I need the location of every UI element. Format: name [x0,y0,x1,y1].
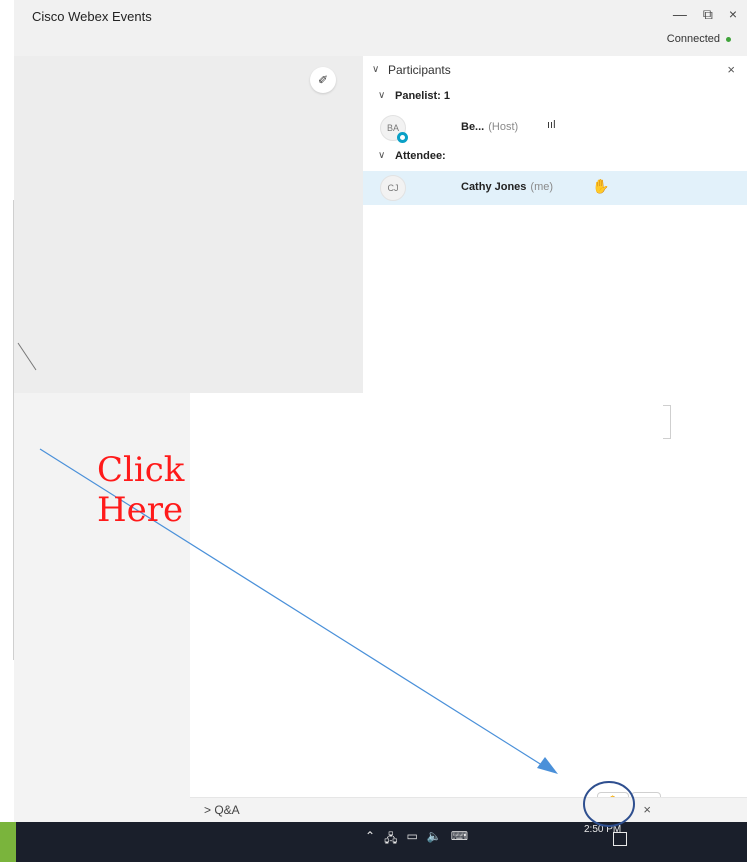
close-button[interactable]: × [729,6,737,23]
scrollbar[interactable] [663,405,671,439]
chevron-down-icon[interactable]: ∨ [378,90,385,101]
left-edge-bottom [0,660,14,822]
notification-icon[interactable] [613,832,627,846]
raised-hand-icon: ✋ [592,178,610,194]
chevron-down-icon[interactable]: ∨ [378,150,385,161]
tray-chevron-icon[interactable]: ⌃ [365,829,375,850]
system-tray: ⌃ 🖧 ▭ 🔈 ⌨ [365,829,468,850]
click-here-annotation: Click Here [97,450,185,530]
left-edge [0,200,14,660]
content-stage: ✐ [14,56,363,393]
host-badge-icon [397,132,408,143]
participants-title: Participants [388,63,451,77]
participants-header[interactable]: ∨ Participants × [363,56,747,86]
participant-name: Cathy Jones (me) [461,181,553,193]
accent-tab [0,822,16,862]
title-bar: Cisco Webex Events — ⧉ × Connected [14,0,747,56]
minimize-button[interactable]: — [673,6,687,23]
participant-role: (Host) [488,121,519,133]
participant-role: (me) [530,181,554,193]
volume-icon[interactable]: 🔈 [427,829,442,850]
group-title: Panelist: 1 [395,90,451,102]
signal-icon: ııl [547,119,556,131]
participant-name: Be... (Host) [461,121,518,133]
participants-close-button[interactable]: × [727,62,735,77]
connection-status: Connected [667,33,731,45]
display-icon[interactable]: ▭ [406,829,417,850]
main-area [190,393,747,797]
group-attendee[interactable]: ∨ Attendee: [363,146,747,168]
window-controls: — ⧉ × [673,6,737,23]
avatar-initials: CJ [387,183,399,193]
group-title: Attendee: [395,150,446,162]
keyboard-icon[interactable]: ⌨ [451,829,468,850]
avatar: BA [380,115,408,143]
qa-panel-bar[interactable]: > Q&A × [190,797,747,822]
participants-panel: ∨ Participants × ∨ Panelist: 1 BA Be...(… [363,56,747,393]
restore-button[interactable]: ⧉ [703,6,713,23]
qa-label: > Q&A [204,803,240,817]
participant-name-text: Be... [461,121,485,133]
avatar-initials: BA [386,123,399,133]
participant-row[interactable]: BA Be... (Host) ııl [363,111,747,145]
pen-icon[interactable]: ✐ [310,67,336,93]
qa-close-button[interactable]: × [643,802,651,817]
chevron-down-icon[interactable]: ∨ [372,64,379,75]
app-title: Cisco Webex Events [32,9,152,24]
group-panelist[interactable]: ∨ Panelist: 1 [363,86,747,108]
connected-dot-icon [726,36,731,42]
connection-status-label: Connected [666,33,720,45]
network-icon[interactable]: 🖧 [384,829,397,850]
participant-name-text: Cathy Jones [461,181,527,193]
avatar: CJ [380,175,406,201]
participant-row-selected[interactable]: CJ Cathy Jones (me) ✋ [363,171,747,205]
